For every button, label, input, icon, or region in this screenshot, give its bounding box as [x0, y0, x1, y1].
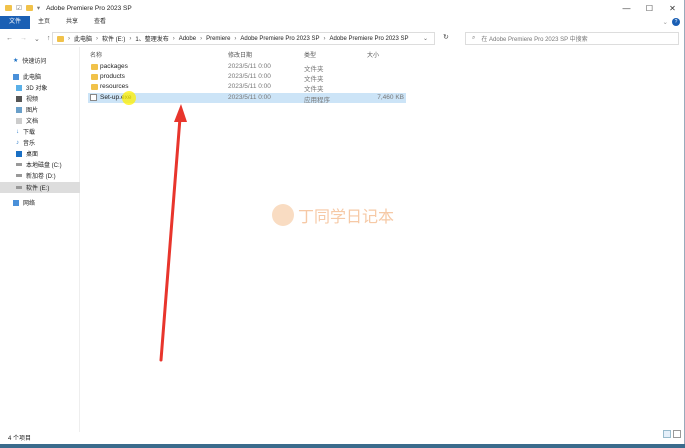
large-icons-view-button[interactable]: [673, 430, 681, 438]
file-explorer-window: ☑ ▾ Adobe Premiere Pro 2023 SP — ☐ ✕ 文件 …: [0, 0, 685, 444]
watermark: 丁同学日记本: [272, 203, 394, 227]
details-view-button[interactable]: [663, 430, 671, 438]
corgi-logo-icon: [272, 204, 294, 226]
status-item-count: 4 个项目: [8, 436, 32, 442]
watermark-text: 丁同学日记本: [298, 209, 395, 226]
